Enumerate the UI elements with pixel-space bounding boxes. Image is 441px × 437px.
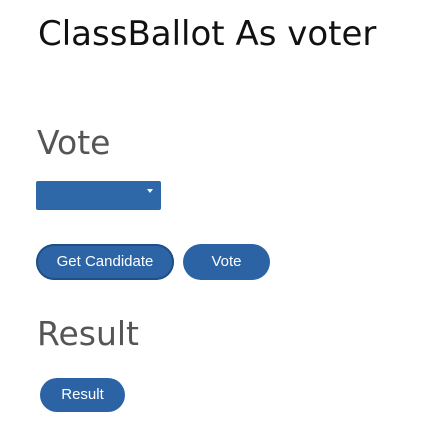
vote-section-heading: Vote xyxy=(37,123,111,162)
chevron-down-icon xyxy=(147,189,153,193)
candidate-select[interactable] xyxy=(36,181,161,210)
vote-button[interactable]: Vote xyxy=(183,244,270,280)
result-section-heading: Result xyxy=(37,314,139,353)
get-candidate-button[interactable]: Get Candidate xyxy=(36,244,174,280)
page-title: ClassBallot As voter xyxy=(38,14,377,54)
result-button[interactable]: Result xyxy=(40,378,125,412)
